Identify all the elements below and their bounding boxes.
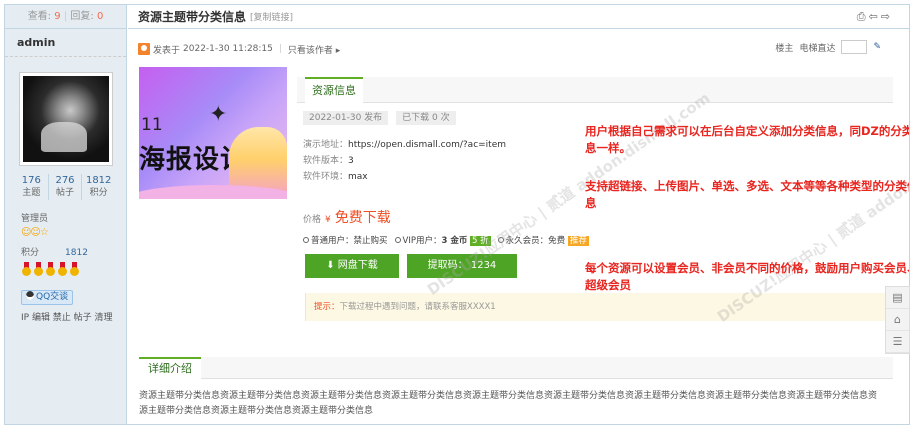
views-label: 查看: xyxy=(27,11,52,22)
option-normal[interactable]: 普通用户：禁止购买 xyxy=(303,234,388,246)
download-count-badge: 已下载 0 次 xyxy=(396,111,456,125)
publish-date-badge: 2022-01-30 发布 xyxy=(303,111,389,125)
post-info-bar: 发表于 2022-1-30 11:28:15 | 只看该作者 ▸ 楼主 电梯直达… xyxy=(138,40,899,58)
download-tip: 提示：下载过程中遇到问题，请联系客服XXXX1 xyxy=(305,293,909,321)
posts-stat[interactable]: 276 帖子 xyxy=(49,174,83,200)
resource-cover-image[interactable]: ✦ 11 海报设计 xyxy=(139,67,287,199)
replies-count: 0 xyxy=(96,11,104,22)
post-main: 资源主题带分类信息 [复制链接] ⎙⇦⇨ 发表于 2022-1-30 11:28… xyxy=(128,5,910,424)
list-icon[interactable]: ☰ xyxy=(886,331,909,353)
floor-label: 楼主 xyxy=(775,43,794,54)
copy-link[interactable]: [复制链接] xyxy=(250,10,293,23)
annotation-field-types: 支持超链接、上传图片、单选、多选、文本等等各种类型的分类信息 xyxy=(585,179,910,210)
thread-title-bar: 资源主题带分类信息 [复制链接] ⎙⇦⇨ xyxy=(128,5,909,29)
thread-container: 查看: 9 | 回复: 0 admin 176 主题 276 帖子 1812 积分 管… xyxy=(4,4,910,425)
rank-stars-icon: ☺☺☆ xyxy=(21,227,49,238)
tab-resource-info[interactable]: 资源信息 xyxy=(305,77,363,103)
price-options: 普通用户：禁止购买 VIP用户：3 金币 5 折 永久会员：免费 推荐 xyxy=(303,234,589,246)
user-group[interactable]: 管理员 xyxy=(21,211,48,224)
admin-links[interactable]: IP 编辑 禁止 帖子 清理 xyxy=(21,310,113,323)
cover-wave xyxy=(139,185,287,199)
points-row: 积分 1812 xyxy=(21,248,88,258)
price-row: 价格 ¥ 免费下载 xyxy=(303,210,391,226)
author-only-link[interactable]: 只看该作者 ▸ xyxy=(288,43,340,56)
thread-stats: 查看: 9 | 回复: 0 xyxy=(5,5,126,29)
medal-icon[interactable] xyxy=(45,262,56,276)
sparkle-icon: ✦ xyxy=(209,102,228,127)
version-value: 3 xyxy=(348,156,354,166)
thread-title: 资源主题带分类信息 xyxy=(138,10,247,24)
price-value: 免费下载 xyxy=(334,210,391,226)
qq-penguin-icon xyxy=(26,291,34,300)
author-name[interactable]: admin xyxy=(5,29,126,57)
detail-tabs: 详细介绍 xyxy=(139,357,893,379)
qq-chat-button[interactable]: QQ交谈 xyxy=(21,290,74,305)
avatar[interactable] xyxy=(19,72,113,166)
env-value: max xyxy=(348,172,368,182)
replies-label: 回复: xyxy=(70,11,94,22)
back-to-top-icon[interactable]: ⌂ xyxy=(886,309,909,331)
posted-prefix: 发表于 xyxy=(153,45,181,56)
medal-icon[interactable] xyxy=(21,262,32,276)
resource-fields: 演示地址：https://open.dismall.com/?ac=item 软… xyxy=(303,140,507,182)
detail-text: 资源主题带分类信息资源主题带分类信息资源主题带分类信息资源主题带分类信息资源主题… xyxy=(139,391,878,416)
jump-pen-icon[interactable]: ✎ xyxy=(873,42,881,52)
jump-label: 电梯直达 xyxy=(799,43,836,54)
posted-time: 2022-1-30 11:28:15 xyxy=(183,44,273,54)
tab-detail[interactable]: 详细介绍 xyxy=(139,357,201,379)
medal-icon[interactable] xyxy=(69,262,80,276)
netdisk-download-button[interactable]: ⬇ 网盘下载 xyxy=(305,254,399,278)
medal-icon[interactable] xyxy=(33,262,44,276)
annotation-member-pricing: 每个资源可以设置会员、非会员不同的价格，鼓励用户购买会员、超级会员 xyxy=(585,261,910,292)
author-sidebar: 查看: 9 | 回复: 0 admin 176 主题 276 帖子 1812 积分 管… xyxy=(5,5,127,424)
reply-icon[interactable]: ▤ xyxy=(886,287,909,309)
print-prev-next-icons[interactable]: ⎙⇦⇨ xyxy=(857,10,893,24)
medals xyxy=(21,262,80,276)
medal-icon[interactable] xyxy=(57,262,68,276)
floating-toolbar: ▤ ⌂ ☰ xyxy=(885,286,910,354)
resource-badges: 2022-01-30 发布 已下载 0 次 xyxy=(303,111,456,125)
demo-url-link[interactable]: https://open.dismall.com/?ac=item xyxy=(348,140,506,150)
cover-text-line1: 11 xyxy=(141,115,163,135)
topics-stat[interactable]: 176 主题 xyxy=(15,174,49,200)
author-online-icon xyxy=(138,43,150,55)
views-count: 9 xyxy=(54,11,61,22)
resource-tabs: 资源信息 xyxy=(297,77,893,103)
annotation-custom-fields: 用户根据自己需求可以在后台自定义添加分类信息，同DZ的分类信息一样。 xyxy=(585,124,910,155)
avatar-image xyxy=(23,76,109,162)
floor-jump-input[interactable] xyxy=(841,40,868,54)
credits-stat[interactable]: 1812 积分 xyxy=(82,174,115,200)
author-counts: 176 主题 276 帖子 1812 积分 xyxy=(15,174,115,200)
